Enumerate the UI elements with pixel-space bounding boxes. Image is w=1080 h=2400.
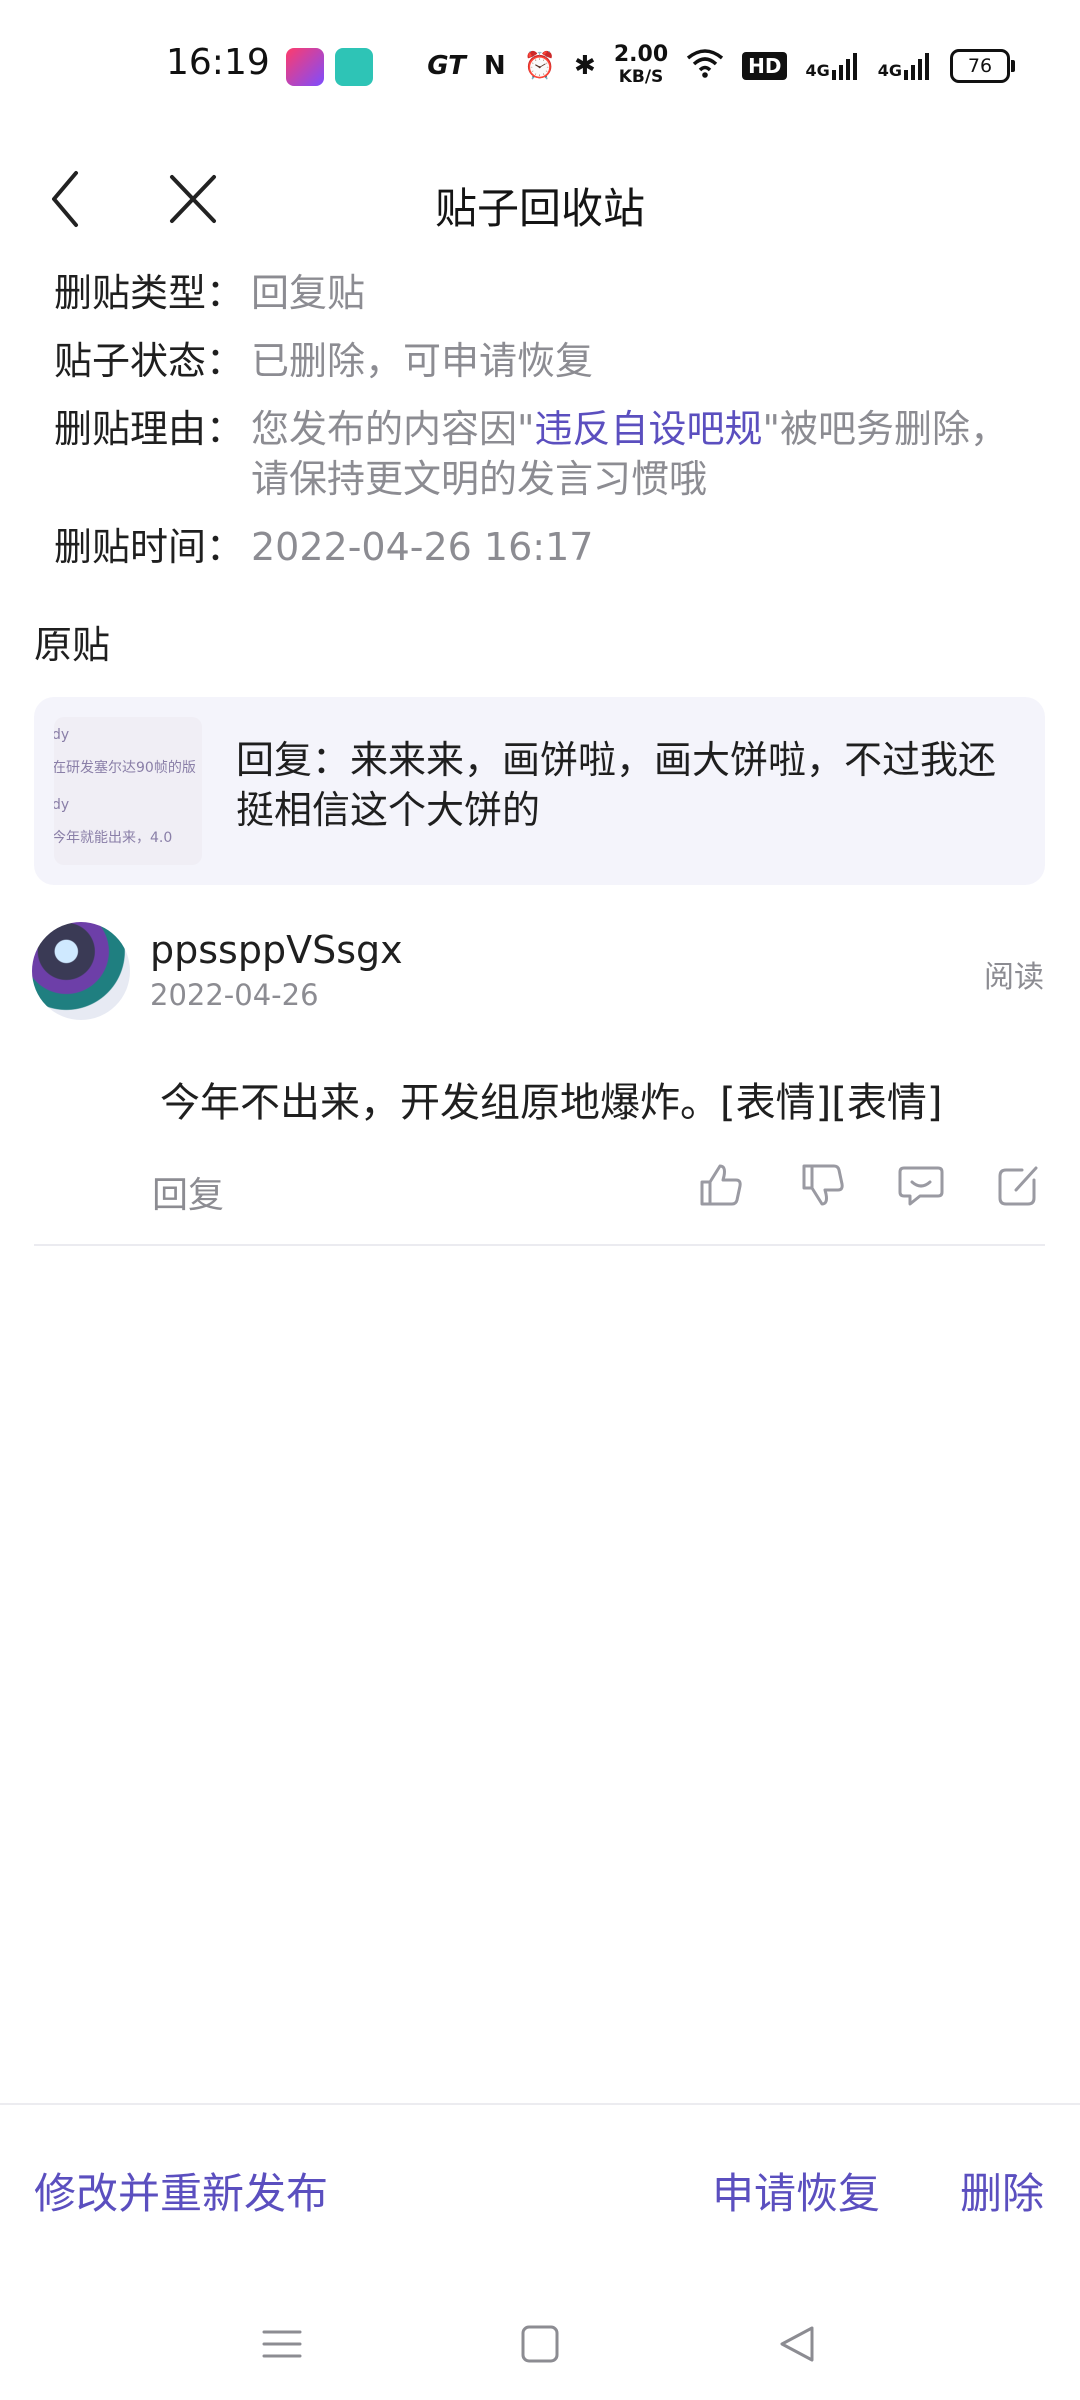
comment-icon — [898, 1166, 944, 1206]
restore-button[interactable]: 申请恢复 — [712, 2160, 880, 2221]
divider — [34, 1244, 1045, 1246]
info-value: 2022-04-26 16:17 — [251, 525, 594, 569]
gt-icon: GT — [427, 51, 466, 81]
original-post-quote: 回复：来来来，画饼啦，画大饼啦，不过我还挺相信这个大饼的 — [236, 738, 997, 832]
info-label: 删贴类型： — [54, 271, 245, 315]
page-title: 贴子回收站 — [434, 184, 645, 233]
post-date: 2022-04-26 — [150, 978, 319, 1012]
system-back-button[interactable] — [770, 2316, 826, 2372]
wifi-icon — [686, 48, 724, 85]
triangle-back-icon — [780, 2326, 814, 2362]
share-button[interactable] — [994, 1160, 1044, 1210]
post-content: 今年不出来，开发组原地爆炸。[表情][表情] — [160, 1080, 943, 1126]
status-icons: GT N ⏰ ✱ 2.00 KB/S HD 4G 4G 76 — [427, 42, 1015, 88]
divider — [0, 2103, 1080, 2105]
info-value: 您发布的内容因"违反自设吧规"被吧务删除，请保持更文明的发言习惯哦 — [251, 407, 1008, 501]
info-value: 已删除，可申请恢复 — [251, 339, 594, 383]
signal-icon: 4G — [805, 52, 859, 80]
edit-repost-button[interactable]: 修改并重新发布 — [34, 2160, 328, 2221]
menu-icon — [262, 2330, 302, 2358]
dislike-button[interactable] — [798, 1160, 848, 1210]
read-button[interactable]: 阅读 — [984, 952, 1044, 996]
notification-app-icon — [286, 48, 324, 86]
alarm-icon: ⏰ — [523, 51, 557, 81]
net-speed: 2.00 KB/S — [613, 42, 669, 88]
info-label: 删贴时间： — [54, 525, 245, 569]
home-button[interactable] — [512, 2316, 568, 2372]
delete-button[interactable]: 删除 — [960, 2160, 1044, 2221]
battery-icon: 76 — [950, 49, 1015, 83]
info-label: 删贴理由： — [54, 407, 245, 451]
nfc-icon: N — [483, 51, 506, 81]
home-square-icon — [521, 2325, 559, 2363]
like-button[interactable] — [696, 1160, 746, 1210]
comment-button[interactable] — [896, 1160, 946, 1210]
author-name[interactable]: ppssppVSsgx — [150, 928, 403, 972]
rule-link[interactable]: 违反自设吧规 — [534, 407, 762, 451]
deletion-info: 删贴类型： 回复贴 贴子状态： 已删除，可申请恢复 删贴理由： 您发布的内容因"… — [54, 268, 1034, 590]
system-nav-bar — [0, 2290, 1080, 2400]
thumbs-up-icon — [700, 1164, 742, 1206]
thumbs-down-icon — [802, 1164, 844, 1206]
info-row-reason: 删贴理由： 您发布的内容因"违反自设吧规"被吧务删除，请保持更文明的发言习惯哦 — [54, 404, 1034, 504]
status-time: 16:19 — [166, 42, 270, 83]
info-row-type: 删贴类型： 回复贴 — [54, 268, 1034, 318]
original-post-thumbnail: dy 在研发塞尔达90帧的版 dy 今年就能出来，4.0 — [54, 717, 202, 865]
bluetooth-icon: ✱ — [574, 51, 596, 81]
avatar[interactable] — [32, 922, 130, 1020]
original-post-card[interactable]: dy 在研发塞尔达90帧的版 dy 今年就能出来，4.0 回复：来来来，画饼啦，… — [34, 697, 1045, 885]
edit-share-icon — [998, 1166, 1038, 1206]
signal-icon: 4G — [878, 52, 932, 80]
menu-button[interactable] — [254, 2316, 310, 2372]
reply-button[interactable]: 回复 — [152, 1166, 224, 1218]
info-value: 回复贴 — [251, 271, 366, 315]
status-bar: 16:19 GT N ⏰ ✱ 2.00 KB/S HD 4G 4G 76 — [0, 0, 1080, 135]
notification-app-icon — [335, 48, 373, 86]
hd-badge: HD — [742, 52, 788, 80]
nav-bar: 贴子回收站 — [0, 135, 1080, 265]
original-post-label: 原贴 — [34, 623, 111, 667]
info-row-status: 贴子状态： 已删除，可申请恢复 — [54, 336, 1034, 386]
info-label: 贴子状态： — [54, 339, 245, 383]
info-row-time: 删贴时间： 2022-04-26 16:17 — [54, 522, 1034, 572]
